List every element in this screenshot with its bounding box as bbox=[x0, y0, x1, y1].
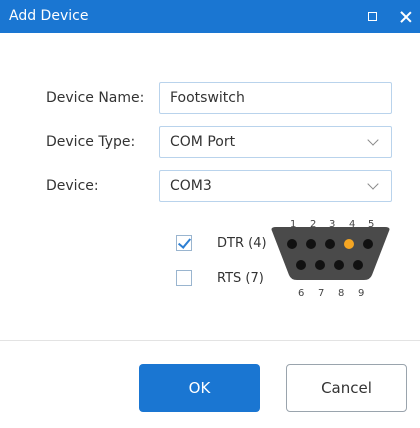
rts-checkbox[interactable] bbox=[176, 270, 192, 286]
pin-6 bbox=[296, 260, 306, 270]
pin-3 bbox=[325, 239, 335, 249]
ok-button[interactable]: OK bbox=[139, 364, 260, 412]
pin-5 bbox=[363, 239, 373, 249]
pin-number: 8 bbox=[338, 288, 345, 299]
checkmark-icon bbox=[177, 235, 192, 249]
pin-number: 9 bbox=[358, 288, 365, 299]
device-type-label: Device Type: bbox=[46, 134, 136, 150]
maximize-button[interactable] bbox=[356, 0, 388, 33]
pin-number: 7 bbox=[318, 288, 325, 299]
device-select[interactable]: COM3 bbox=[159, 170, 392, 202]
rts-label: RTS (7) bbox=[217, 270, 264, 286]
pin-1 bbox=[287, 239, 297, 249]
maximize-icon bbox=[367, 12, 377, 21]
rts-option[interactable]: RTS (7) bbox=[176, 270, 264, 286]
pin-2 bbox=[306, 239, 316, 249]
device-name-label: Device Name: bbox=[46, 90, 145, 106]
close-icon bbox=[400, 11, 412, 23]
device-value: COM3 bbox=[170, 178, 212, 194]
device-name-input[interactable] bbox=[159, 82, 392, 114]
add-device-dialog: Add Device Device Name: Device Type: COM… bbox=[0, 0, 420, 428]
title-bar[interactable]: Add Device bbox=[0, 0, 420, 33]
device-type-select[interactable]: COM Port bbox=[159, 126, 392, 158]
pin-9 bbox=[353, 260, 363, 270]
close-button[interactable] bbox=[390, 0, 420, 33]
db9-connector-icon bbox=[271, 227, 390, 280]
divider bbox=[0, 340, 420, 341]
chevron-down-icon bbox=[367, 134, 379, 146]
pin-number: 6 bbox=[298, 288, 305, 299]
dtr-option[interactable]: DTR (4) bbox=[176, 235, 267, 251]
pin-4 bbox=[344, 239, 354, 249]
dtr-checkbox[interactable] bbox=[176, 235, 192, 251]
device-type-value: COM Port bbox=[170, 134, 236, 150]
pin-8 bbox=[334, 260, 344, 270]
chevron-down-icon bbox=[367, 178, 379, 190]
device-label: Device: bbox=[46, 178, 99, 194]
dialog-title: Add Device bbox=[9, 8, 89, 24]
cancel-button[interactable]: Cancel bbox=[286, 364, 407, 412]
pin-7 bbox=[315, 260, 325, 270]
dtr-label: DTR (4) bbox=[217, 235, 267, 251]
